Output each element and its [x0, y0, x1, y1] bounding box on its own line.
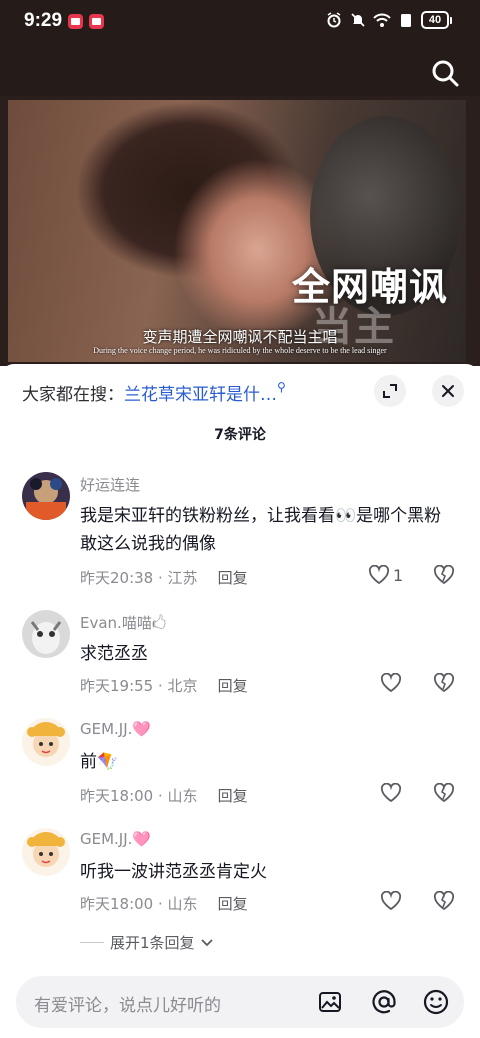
dislike-button[interactable]	[432, 890, 456, 915]
comment-meta: 昨天19:55 · 北京 回复	[80, 677, 248, 695]
video-player[interactable]: 当主 全网嘲讽 变声期遭全网嘲讽不配当主唱 During the voice c…	[0, 96, 480, 366]
heart-icon	[380, 673, 402, 693]
expand-sheet-button[interactable]	[374, 375, 406, 407]
mute-icon	[349, 11, 367, 29]
avatar[interactable]	[22, 610, 70, 658]
reply-button[interactable]: 回复	[218, 787, 248, 805]
battery-level: 40	[421, 11, 449, 29]
broken-heart-icon	[433, 564, 455, 585]
emoji-button[interactable]	[422, 988, 450, 1016]
heart-icon	[380, 783, 402, 803]
status-bar: 9:29 40	[0, 0, 480, 46]
reply-button[interactable]: 回复	[218, 569, 248, 587]
like-button[interactable]	[380, 673, 402, 693]
search-button[interactable]	[430, 58, 460, 88]
comment-text: 我是宋亚轩的铁粉粉丝，让我看看👀是哪个黑粉敢这么说我的偶像	[80, 506, 442, 554]
broken-heart-icon	[433, 782, 455, 803]
comment-text: 听我一波讲范丞丞肯定火	[80, 862, 267, 882]
avatar[interactable]	[22, 718, 70, 766]
trending-search[interactable]: 大家都在搜：兰花草宋亚轩是什…⚲	[22, 380, 286, 405]
mention-button[interactable]	[370, 988, 398, 1016]
comment-time: 昨天20:38	[80, 569, 154, 587]
notification-icon	[89, 14, 104, 29]
reply-button[interactable]: 回复	[218, 677, 248, 695]
trending-prefix: 大家都在搜：	[22, 385, 124, 405]
avatar[interactable]	[22, 828, 70, 876]
comment-username[interactable]: 好运连连	[80, 474, 140, 495]
video-subtitle-en: During the voice change period, he was r…	[93, 346, 387, 355]
alarm-icon	[325, 11, 343, 29]
close-icon	[442, 385, 454, 397]
notification-icon	[68, 14, 83, 29]
comment-time: 昨天19:55	[80, 677, 154, 695]
status-time: 9:29	[24, 10, 63, 31]
signal-icon	[397, 11, 415, 29]
like-count: 1	[393, 565, 404, 585]
like-button[interactable]	[380, 783, 402, 803]
comment-text: 前🪁	[80, 752, 119, 772]
dislike-button[interactable]	[432, 782, 456, 807]
heart-icon	[380, 891, 402, 911]
image-icon	[319, 992, 341, 1012]
battery-indicator: 40	[421, 11, 452, 29]
image-button[interactable]	[316, 988, 344, 1016]
comment-input-placeholder: 有爱评论，说点儿好听的	[34, 996, 221, 1016]
divider-line	[80, 942, 104, 943]
dislike-button[interactable]	[432, 672, 456, 697]
comment-location: 山东	[167, 895, 198, 913]
comment-username[interactable]: GEM.JJ.🩷	[80, 720, 151, 738]
broken-heart-icon	[433, 672, 455, 693]
like-button[interactable]: 1	[368, 565, 403, 585]
comment-text: 求范丞丞	[80, 644, 148, 664]
trending-query-link[interactable]: 兰花草宋亚轩是什…	[124, 385, 277, 405]
dislike-button[interactable]	[432, 564, 456, 589]
expand-replies-button[interactable]: 展开1条回复	[80, 932, 213, 953]
comment-location: 山东	[167, 787, 198, 805]
comment-meta: 昨天18:00 · 山东 回复	[80, 787, 248, 805]
close-button[interactable]	[432, 375, 464, 407]
expand-replies-label: 展开1条回复	[110, 934, 195, 952]
comment-meta: 昨天18:00 · 山东 回复	[80, 895, 248, 913]
avatar[interactable]	[22, 472, 70, 520]
comment-meta: 昨天20:38 · 江苏 回复	[80, 569, 248, 587]
wifi-icon	[373, 11, 391, 29]
comment-location: 江苏	[167, 569, 198, 587]
video-top-bar	[0, 46, 480, 96]
reply-button[interactable]: 回复	[218, 895, 248, 913]
comment-input[interactable]: 有爱评论，说点儿好听的	[16, 976, 464, 1028]
broken-heart-icon	[433, 890, 455, 911]
like-button[interactable]	[380, 891, 402, 911]
video-overlay-title: 全网嘲讽	[292, 265, 449, 309]
search-small-icon: ⚲	[277, 380, 286, 394]
video-subtitle-cn: 变声期遭全网嘲讽不配当主唱	[142, 328, 338, 346]
chevron-down-icon	[200, 938, 213, 946]
system-icons: 40	[325, 11, 452, 29]
comment-time: 昨天18:00	[80, 787, 154, 805]
heart-icon	[368, 565, 390, 585]
smiley-icon	[423, 989, 449, 1015]
comment-username[interactable]: GEM.JJ.🩷	[80, 830, 151, 848]
at-icon	[372, 990, 396, 1014]
comment-count: 7条评论	[214, 427, 266, 443]
expand-icon	[383, 384, 397, 398]
search-icon	[432, 60, 459, 87]
comments-sheet: 大家都在搜：兰花草宋亚轩是什…⚲ 7条评论 好运连连 我是宋亚轩的铁粉粉丝，让我…	[0, 364, 480, 1038]
comments-header: 大家都在搜：兰花草宋亚轩是什…⚲	[0, 364, 480, 420]
comment-location: 北京	[167, 677, 198, 695]
comment-time: 昨天18:00	[80, 895, 154, 913]
comment-username[interactable]: Evan.喵喵🖒	[80, 612, 166, 638]
